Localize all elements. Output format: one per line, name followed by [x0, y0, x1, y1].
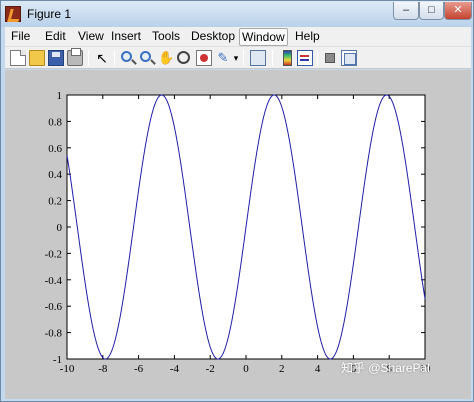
- x-tick-label: 4: [315, 363, 321, 375]
- x-tick-label: -8: [98, 363, 108, 375]
- zoom-in-icon[interactable]: [121, 51, 132, 62]
- menu-edit[interactable]: Edit: [43, 28, 68, 46]
- y-tick-label: 0.6: [48, 143, 62, 155]
- menu-file[interactable]: File: [9, 28, 32, 46]
- rotate-3d-icon[interactable]: [177, 51, 190, 64]
- x-tick-label: -4: [170, 363, 180, 375]
- insert-legend-icon[interactable]: [297, 50, 313, 66]
- watermark-text: 知乎 @SharePal: [341, 361, 430, 375]
- y-tick-label: 0.4: [48, 169, 62, 181]
- menu-tools[interactable]: Tools: [150, 28, 182, 46]
- y-tick-label: -0.8: [45, 328, 63, 340]
- y-tick-label: -1: [53, 354, 62, 366]
- window-title: Figure 1: [27, 7, 72, 21]
- y-tick-label: 1: [57, 90, 63, 102]
- insert-colorbar-icon[interactable]: [283, 50, 292, 66]
- matlab-app-icon[interactable]: [5, 6, 21, 22]
- new-figure-icon[interactable]: [10, 50, 26, 66]
- toolbar-separator: [243, 50, 244, 66]
- close-button[interactable]: ✕: [444, 2, 472, 20]
- show-plot-tools-icon[interactable]: [341, 50, 357, 66]
- print-icon[interactable]: [67, 48, 83, 66]
- y-tick-label: 0.2: [48, 196, 62, 208]
- minimize-button[interactable]: –: [393, 2, 419, 20]
- toolbar-separator: [88, 50, 89, 66]
- open-file-icon[interactable]: [29, 50, 45, 66]
- y-tick-label: -0.4: [45, 275, 63, 287]
- x-tick-label: -2: [206, 363, 215, 375]
- y-tick-label: -0.2: [45, 248, 62, 260]
- x-tick-label: -6: [134, 363, 144, 375]
- brush-dropdown-icon[interactable]: ▾: [232, 50, 240, 66]
- menu-desktop[interactable]: Desktop: [189, 28, 237, 46]
- pan-hand-icon[interactable]: ✋: [158, 50, 174, 66]
- maximize-button[interactable]: □: [419, 2, 444, 20]
- y-tick-label: 0.8: [48, 116, 62, 128]
- toolbar-separator: [114, 50, 115, 66]
- toolbar-separator: [272, 50, 273, 66]
- menu-window[interactable]: Window: [239, 28, 288, 46]
- x-tick-label: 2: [279, 363, 285, 375]
- hide-plot-tools-icon[interactable]: [325, 53, 335, 63]
- figure-canvas: -10 -8 -6 -4 -2 0 2 4 6 8 10 -1 -0.8 -0.6 -0.4 -0.2 0 0.…: [5, 70, 471, 399]
- menu-view[interactable]: View: [76, 28, 106, 46]
- edit-plot-arrow-icon[interactable]: ↖: [94, 50, 110, 66]
- y-tick-label: -0.6: [45, 301, 63, 313]
- figure-toolbar: ↖ ✋ ✎ ▾: [5, 47, 471, 69]
- brush-icon[interactable]: ✎: [215, 50, 231, 66]
- link-plot-icon[interactable]: [250, 50, 266, 66]
- sine-plot[interactable]: -10 -8 -6 -4 -2 0 2 4 6 8 10 -1-0.8-0.6-0.4-0.200.…: [5, 70, 471, 399]
- zoom-out-icon[interactable]: [140, 51, 151, 62]
- data-cursor-icon[interactable]: [196, 50, 212, 66]
- y-tick-labels: -1 -0.8 -0.6 -0.4 -0.2 0 0.2 0.4 0.6 0.8 1: [45, 90, 63, 366]
- title-bar[interactable]: Figure 1 – □ ✕: [1, 1, 473, 27]
- y-tick-label: 0: [57, 222, 63, 234]
- menu-bar: File Edit View Insert Tools Desktop Wind…: [5, 27, 471, 47]
- x-tick-label: 0: [243, 363, 249, 375]
- toolbar-separator: [317, 50, 318, 66]
- menu-insert[interactable]: Insert: [109, 28, 143, 46]
- save-icon[interactable]: [48, 50, 64, 66]
- menu-help[interactable]: Help: [293, 28, 322, 46]
- figure-window: Figure 1 – □ ✕ File Edit View Insert Too…: [0, 0, 474, 402]
